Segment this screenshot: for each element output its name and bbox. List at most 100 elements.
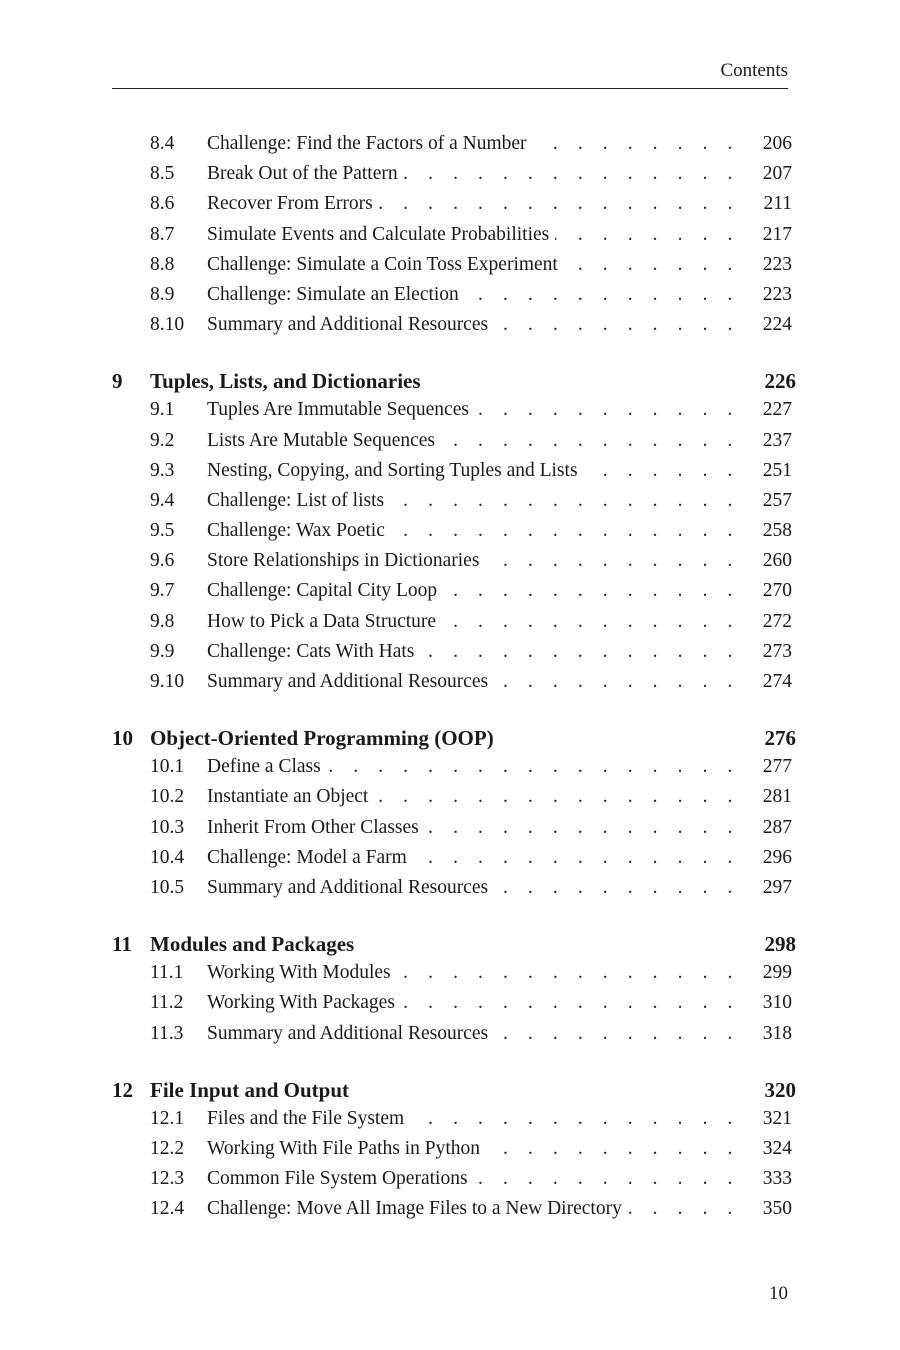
section-number: 9.7 [150, 580, 175, 602]
section-number: 9.10 [150, 671, 185, 692]
toc-chapter: 8.4 Challenge: Find the Factors of a Numb… [112, 133, 796, 344]
section-title: Summary and Additional Resources [207, 876, 489, 898]
section-page: 324 [762, 1137, 792, 1159]
dot-leader: . . . . . . . . . . . . . . . . . . . . … [533, 133, 740, 154]
toc-section-entry[interactable]: 9.2 Lists Are Mutable Sequences . . . . . … [112, 430, 796, 460]
section-page: 207 [762, 163, 792, 185]
toc-section-entry[interactable]: 12.1 Files and the File System. . . . . .… [112, 1108, 796, 1138]
chapter-number: 11 [112, 932, 132, 957]
chapter-title: Modules and Packages [150, 932, 355, 957]
chapter-heading[interactable]: 10 Object-Oriented Programming (OOP) 276 [112, 726, 796, 756]
section-title: How to Pick a Data Structure [207, 610, 437, 632]
dot-leader: . . . . . . . . . . . . . . . . . . . . … [425, 816, 740, 838]
table-of-contents: 8.4 Challenge: Find the Factors of a Numb… [112, 133, 796, 1253]
section-title: Define a Class [207, 756, 321, 778]
section-page: 270 [762, 580, 792, 602]
section-page: 299 [762, 962, 792, 984]
toc-section-entry[interactable]: 11.3 Summary and Additional Resources. . … [112, 1023, 796, 1053]
chapter-heading[interactable]: 11 Modules and Packages 298 [112, 932, 796, 962]
section-number: 8.6 [150, 193, 175, 215]
section-page: 224 [762, 314, 792, 336]
toc-section-entry[interactable]: 8.8 Challenge: Simulate a Coin Toss Exper… [112, 254, 796, 284]
section-title: Common File System Operations [207, 1168, 468, 1190]
section-number: 11.2 [150, 992, 184, 1014]
chapter-number: 10 [112, 726, 133, 751]
dot-leader: . . . . . . . . . . . . . . . . . . . . … [584, 459, 740, 481]
section-title: Break Out of the Pattern [207, 163, 398, 185]
section-number: 8.7 [150, 223, 175, 245]
toc-section-entry[interactable]: 10.4 Challenge: Model a Farm . . . . . . .… [112, 847, 796, 877]
toc-section-entry[interactable]: 9.6 Store Relationships in Dictionaries. … [112, 550, 796, 580]
toc-section-entry[interactable]: 9.10 Summary and Additional Resources. . … [112, 671, 796, 701]
dot-leader: . . . . . . . . . . . . . . . . . . . . … [485, 550, 740, 572]
toc-section-entry[interactable]: 9.1 Tuples Are Immutable Sequences . . . .… [112, 399, 796, 429]
toc-section-entry[interactable]: 12.3 Common File System Operations . . . .… [112, 1168, 796, 1198]
dot-leader: . . . . . . . . . . . . . . . . . . . . … [441, 429, 740, 451]
chapter-number: 9 [112, 369, 123, 394]
toc-section-entry[interactable]: 12.4 Challenge: Move All Image Files to a… [112, 1198, 796, 1228]
section-page: 318 [762, 1022, 792, 1044]
dot-leader: . . . . . . . . . . . . . . . . . . . . … [564, 253, 740, 275]
section-title: Challenge: Simulate a Coin Toss Experime… [207, 253, 558, 275]
toc-section-entry[interactable]: 8.10 Summary and Additional Resources. . … [112, 314, 796, 344]
section-title: Working With Packages [207, 992, 395, 1014]
section-title: Instantiate an Object [207, 786, 369, 808]
toc-section-entry[interactable]: 10.5 Summary and Additional Resources. . … [112, 877, 796, 907]
dot-leader: . . . . . . . . . . . . . . . . . . . . … [474, 1168, 740, 1190]
toc-section-entry[interactable]: 10.1 Define a Class . . . . . . . . . . . … [112, 756, 796, 786]
dot-leader: . . . . . . . . . . . . . . . . . . . . … [410, 1107, 740, 1129]
section-page: 257 [762, 489, 792, 511]
section-page: 258 [762, 520, 792, 542]
section-number: 9.5 [150, 520, 175, 542]
toc-section-entry[interactable]: 9.5 Challenge: Wax Poetic . . . . . . . . … [112, 520, 796, 550]
section-number: 10.3 [150, 816, 185, 838]
toc-section-entry[interactable]: 12.2 Working With File Paths in Python. .… [112, 1138, 796, 1168]
section-number: 10.4 [150, 846, 185, 868]
toc-section-entry[interactable]: 9.9 Challenge: Cats With Hats. . . . . . … [112, 641, 796, 671]
toc-section-entry[interactable]: 8.4 Challenge: Find the Factors of a Numb… [112, 133, 796, 163]
toc-section-entry[interactable]: 10.3 Inherit From Other Classes . . . . . … [112, 817, 796, 847]
section-number: 8.10 [150, 314, 185, 336]
section-page: 227 [762, 399, 792, 421]
toc-section-entry[interactable]: 9.7 Challenge: Capital City Loop. . . . .… [112, 580, 796, 610]
section-number: 8.9 [150, 283, 175, 305]
chapter-heading[interactable]: 12 File Input and Output 320 [112, 1078, 796, 1108]
dot-leader: . . . . . . . . . . . . . . . . . . . . … [486, 1137, 740, 1159]
toc-section-entry[interactable]: 11.2 Working With Packages . . . . . . . .… [112, 992, 796, 1022]
section-number: 10.2 [150, 786, 185, 808]
section-page: 273 [762, 640, 792, 662]
dot-leader: . . . . . . . . . . . . . . . . . . . . … [390, 489, 740, 511]
section-page: 251 [762, 459, 792, 481]
toc-section-entry[interactable]: 9.3 Nesting, Copying, and Sorting Tuples … [112, 460, 796, 490]
section-title: Recover From Errors [207, 193, 373, 215]
toc-chapter: 9 Tuples, Lists, and Dictionaries 226 9.1 Tu… [112, 369, 796, 701]
toc-section-entry[interactable]: 8.6 Recover From Errors. . . . . . . . . … [112, 193, 796, 223]
toc-chapter: 11 Modules and Packages 298 11.1 Working Wit… [112, 932, 796, 1053]
section-title: Store Relationships in Dictionaries [207, 550, 480, 572]
section-title: Summary and Additional Resources [207, 314, 489, 336]
section-number: 9.2 [150, 429, 175, 451]
section-number: 9.8 [150, 610, 175, 632]
toc-section-entry[interactable]: 8.9 Challenge: Simulate an Election . . . … [112, 284, 796, 314]
toc-section-entry[interactable]: 10.2 Instantiate an Object. . . . . . . .… [112, 786, 796, 816]
section-number: 12.4 [150, 1198, 185, 1220]
dot-leader: . . . . . . . . . . . . . . . . . . . . … [494, 876, 740, 898]
section-number: 12.1 [150, 1107, 185, 1129]
section-page: 321 [762, 1107, 792, 1129]
section-page: 350 [762, 1198, 792, 1220]
section-title: Nesting, Copying, and Sorting Tuples and… [207, 459, 578, 481]
chapter-title: File Input and Output [150, 1077, 349, 1102]
dot-leader: . . . . . . . . . . . . . . . . . . . . … [475, 399, 740, 421]
dot-leader: . . . . . . . . . . . . . . . . . . . . … [403, 163, 740, 185]
chapter-heading[interactable]: 9 Tuples, Lists, and Dictionaries 226 [112, 369, 796, 399]
section-page: 223 [762, 283, 792, 305]
toc-section-entry[interactable]: 11.1 Working With Modules . . . . . . . . … [112, 962, 796, 992]
toc-section-entry[interactable]: 9.4 Challenge: List of lists. . . . . . .… [112, 490, 796, 520]
toc-section-entry[interactable]: 8.7 Simulate Events and Calculate Probabi… [112, 224, 796, 254]
section-page: 211 [763, 193, 792, 215]
dot-leader: . . . . . . . . . . . . . . . . . . . . … [374, 786, 740, 808]
toc-section-entry[interactable]: 9.8 How to Pick a Data Structure. . . . .… [112, 611, 796, 641]
section-number: 10.5 [150, 876, 185, 898]
toc-section-entry[interactable]: 8.5 Break Out of the Pattern. . . . . . .… [112, 163, 796, 193]
section-title: Inherit From Other Classes [207, 816, 419, 838]
